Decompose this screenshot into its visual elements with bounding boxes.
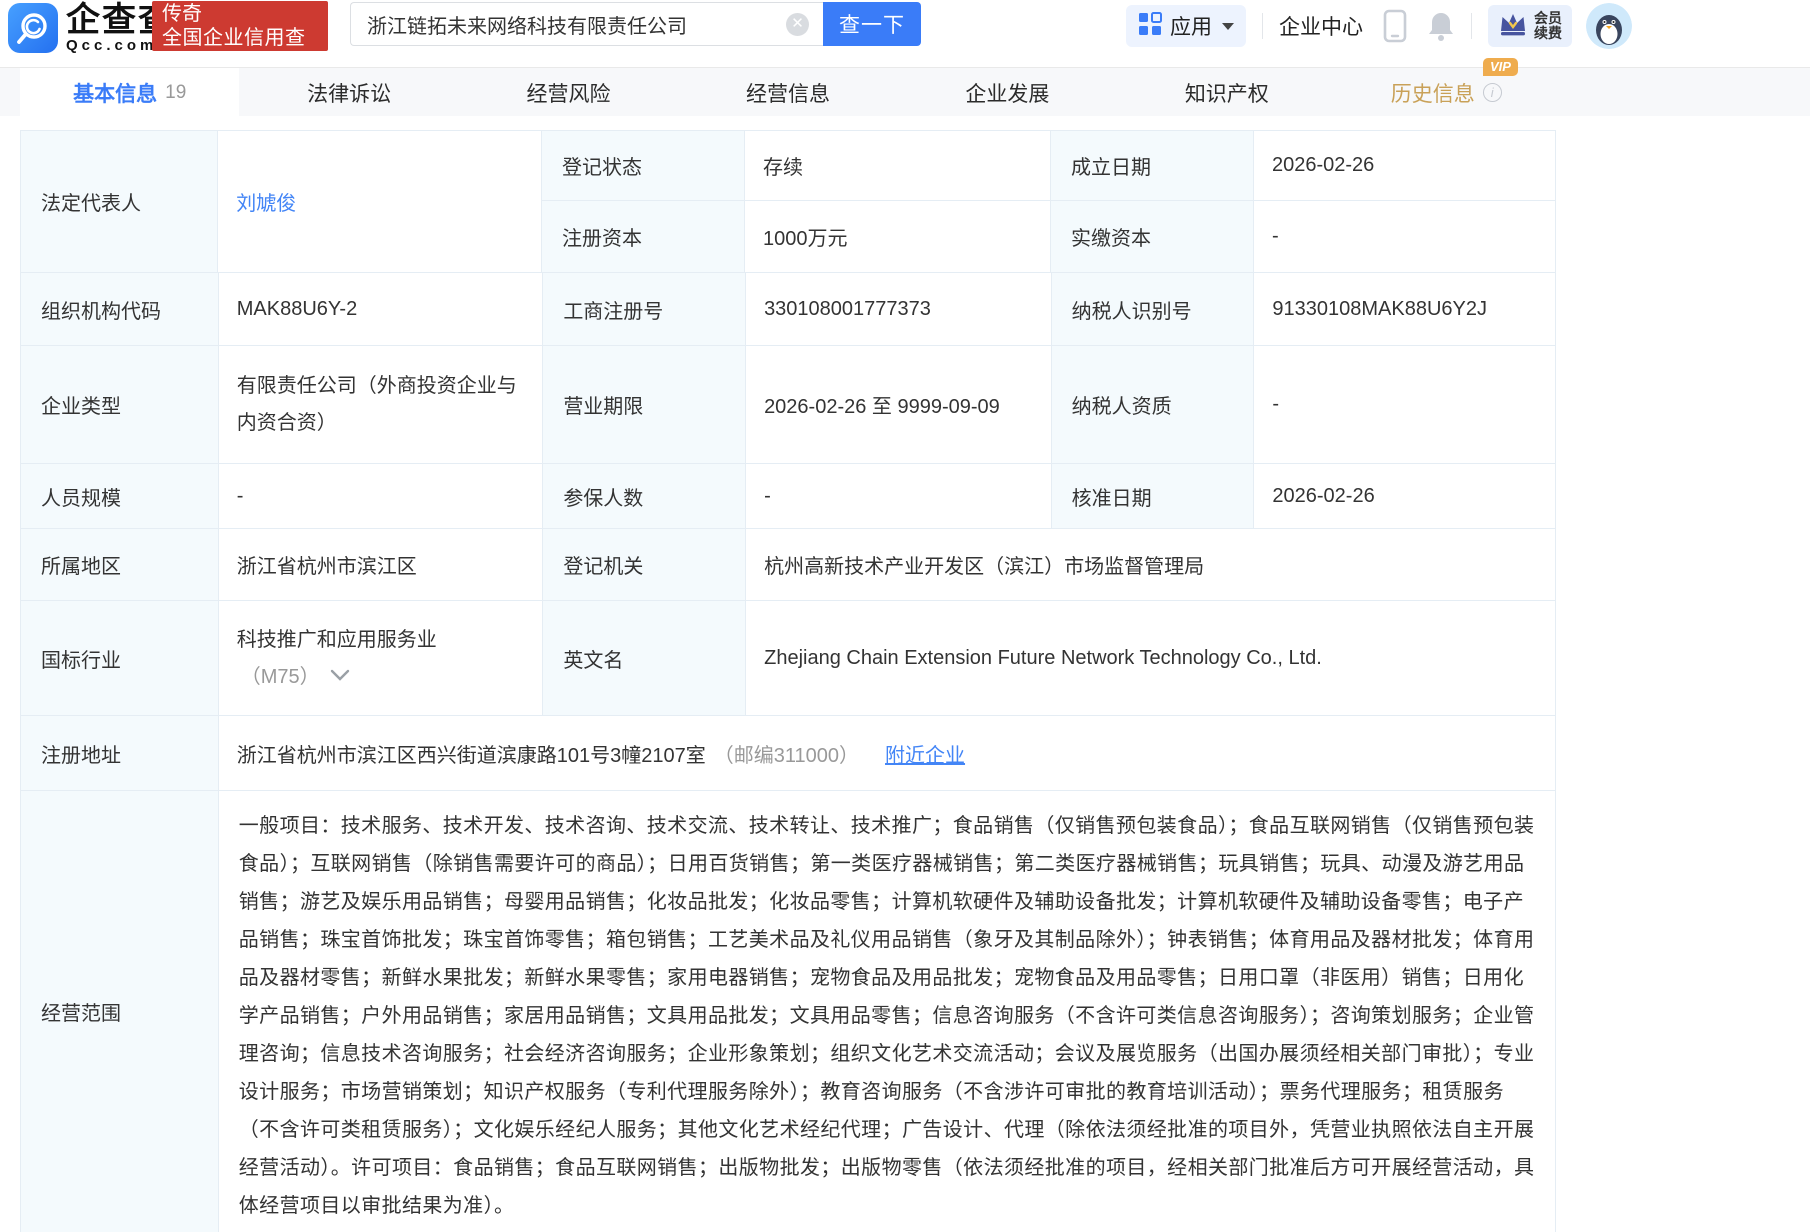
address-postcode: （邮编311000） xyxy=(714,739,859,768)
table-row: 注册地址 浙江省杭州市滨江区西兴街道滨康路101号3幢2107室 （邮编3110… xyxy=(21,716,1555,791)
tab-history-info[interactable]: VIP 历史信息 i xyxy=(1337,68,1556,117)
company-type-label: 企业类型 xyxy=(21,346,219,463)
vip-label-2: 续费 xyxy=(1534,26,1562,41)
insured-label: 参保人数 xyxy=(543,464,746,528)
promo-line1: 传奇 xyxy=(162,3,318,26)
chevron-down-icon xyxy=(1222,23,1234,30)
nearby-companies-link[interactable]: 附近企业 xyxy=(885,739,965,768)
tab-operation-info[interactable]: 经营信息 xyxy=(678,68,897,117)
divider xyxy=(1471,13,1472,39)
expand-industry-chevron-icon[interactable] xyxy=(330,669,350,681)
en-name-label: 英文名 xyxy=(543,601,746,715)
clear-search-icon[interactable]: ✕ xyxy=(786,13,809,36)
taxpayer-qual-label: 纳税人资质 xyxy=(1052,346,1255,463)
en-name-value: Zhejiang Chain Extension Future Network … xyxy=(746,601,1555,715)
vip-renew-button[interactable]: 会员 续费 xyxy=(1488,5,1572,47)
tab-company-development[interactable]: 企业发展 xyxy=(898,68,1117,117)
address-cell: 浙江省杭州市滨江区西兴街道滨康路101号3幢2107室 （邮编311000） 附… xyxy=(219,716,1555,790)
paid-capital-label: 实缴资本 xyxy=(1051,201,1254,272)
industry-value: 科技推广和应用服务业 （M75） xyxy=(219,601,544,715)
qcc-company-page: 企查查 Qcc.com 传奇 全国企业信用查询 ✕ 查一下 xyxy=(0,0,1810,1232)
info-icon: i xyxy=(1483,83,1502,102)
tab-intellectual-property[interactable]: 知识产权 xyxy=(1117,68,1336,117)
region-label: 所属地区 xyxy=(21,529,219,600)
tab-basic-info-count: 19 xyxy=(165,82,186,104)
section-tabs: 基本信息 19 法律诉讼 经营风险 经营信息 企业发展 知识产权 VIP 历史信… xyxy=(0,67,1810,116)
biz-term-label: 营业期限 xyxy=(543,346,746,463)
biz-reg-no-value: 330108001777373 xyxy=(746,273,1052,345)
approval-date-value: 2026-02-26 xyxy=(1254,464,1555,528)
crown-icon xyxy=(1498,11,1528,42)
qcc-logo[interactable]: 企查查 Qcc.com xyxy=(8,3,174,53)
insured-value: - xyxy=(746,464,1052,528)
address-label: 注册地址 xyxy=(21,716,219,790)
reg-capital-label: 注册资本 xyxy=(542,201,745,272)
authority-value: 杭州高新技术产业开发区（滨江）市场监督管理局 xyxy=(746,529,1555,600)
header-right-nav: 应用 企业中心 xyxy=(1126,4,1632,48)
org-code-label: 组织机构代码 xyxy=(21,273,219,345)
apps-grid-icon xyxy=(1138,12,1162,41)
enterprise-center-link[interactable]: 企业中心 xyxy=(1279,11,1363,41)
table-row: 法定代表人 刘虓俊 登记状态 存续 成立日期 2026-02-26 注册资本 1… xyxy=(21,131,1555,273)
legal-rep-cell: 刘虓俊 xyxy=(218,131,542,272)
scope-value: 一般项目：技术服务、技术开发、技术咨询、技术交流、技术转让、技术推广；食品销售（… xyxy=(219,791,1555,1232)
biz-reg-no-label: 工商注册号 xyxy=(543,273,746,345)
org-code-value: MAK88U6Y-2 xyxy=(219,273,544,345)
staff-size-label: 人员规模 xyxy=(21,464,219,528)
reg-capital-value: 1000万元 xyxy=(745,201,1051,272)
industry-name: 科技推广和应用服务业 xyxy=(237,623,525,652)
region-value: 浙江省杭州市滨江区 xyxy=(219,529,544,600)
apps-label: 应用 xyxy=(1170,11,1212,41)
address-value: 浙江省杭州市滨江区西兴街道滨康路101号3幢2107室 xyxy=(237,739,706,768)
notifications-bell-icon[interactable] xyxy=(1427,10,1455,42)
industry-code: （M75） xyxy=(241,660,320,689)
table-row: 组织机构代码 MAK88U6Y-2 工商注册号 330108001777373 … xyxy=(21,273,1555,346)
promo-line2: 全国企业信用查询 xyxy=(162,26,318,51)
company-type-value: 有限责任公司（外商投资企业与内资合资） xyxy=(219,346,544,463)
user-avatar[interactable] xyxy=(1586,3,1632,49)
staff-size-value: - xyxy=(219,464,544,528)
biz-term-value: 2026-02-26 至 9999-09-09 xyxy=(746,346,1052,463)
basic-info-table: 法定代表人 刘虓俊 登记状态 存续 成立日期 2026-02-26 注册资本 1… xyxy=(20,130,1556,1232)
legal-rep-label: 法定代表人 xyxy=(21,131,218,272)
taxpayer-qual-value: - xyxy=(1254,346,1555,463)
top-bar: 企查查 Qcc.com 传奇 全国企业信用查询 ✕ 查一下 xyxy=(0,0,1810,56)
promo-badge: 传奇 全国企业信用查询 xyxy=(152,1,328,51)
table-row: 国标行业 科技推广和应用服务业 （M75） 英文名 Zhejiang Chain… xyxy=(21,601,1555,716)
table-row: 经营范围 一般项目：技术服务、技术开发、技术咨询、技术交流、技术转让、技术推广；… xyxy=(21,791,1555,1232)
vip-badge: VIP xyxy=(1483,58,1518,76)
reg-status-value: 存续 xyxy=(745,131,1051,200)
table-row: 企业类型 有限责任公司（外商投资企业与内资合资） 营业期限 2026-02-26… xyxy=(21,346,1555,464)
vip-label-1: 会员 xyxy=(1534,11,1562,26)
est-date-label: 成立日期 xyxy=(1051,131,1254,200)
qcc-logo-icon xyxy=(8,3,58,53)
table-row: 人员规模 - 参保人数 - 核准日期 2026-02-26 xyxy=(21,464,1555,529)
search-button[interactable]: 查一下 xyxy=(823,2,921,46)
table-row: 所属地区 浙江省杭州市滨江区 登记机关 杭州高新技术产业开发区（滨江）市场监督管… xyxy=(21,529,1555,601)
tab-basic-info-label: 基本信息 xyxy=(73,78,157,108)
tab-operation-risk[interactable]: 经营风险 xyxy=(459,68,678,117)
authority-label: 登记机关 xyxy=(543,529,746,600)
search-bar: ✕ 查一下 xyxy=(350,2,921,46)
taxpayer-id-label: 纳税人识别号 xyxy=(1052,273,1255,345)
tab-legal-litigation[interactable]: 法律诉讼 xyxy=(239,68,458,117)
divider xyxy=(1262,13,1263,39)
mobile-app-icon[interactable] xyxy=(1383,9,1407,43)
est-date-value: 2026-02-26 xyxy=(1254,131,1555,200)
paid-capital-value: - xyxy=(1254,201,1555,272)
taxpayer-id-value: 91330108MAK88U6Y2J xyxy=(1254,273,1555,345)
tab-basic-info[interactable]: 基本信息 19 xyxy=(20,68,239,117)
approval-date-label: 核准日期 xyxy=(1052,464,1255,528)
reg-status-label: 登记状态 xyxy=(542,131,745,200)
apps-menu-button[interactable]: 应用 xyxy=(1126,5,1246,47)
legal-rep-link[interactable]: 刘虓俊 xyxy=(236,187,296,216)
search-input[interactable] xyxy=(350,2,823,46)
industry-label: 国标行业 xyxy=(21,601,219,715)
scope-label: 经营范围 xyxy=(21,791,219,1232)
